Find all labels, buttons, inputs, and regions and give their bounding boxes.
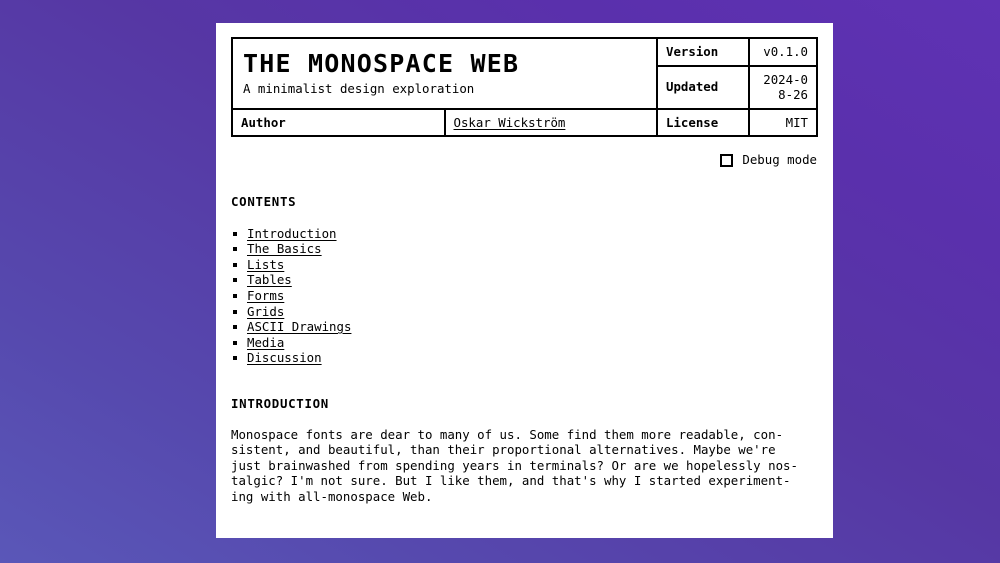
introduction-paragraph: Monospace fonts are dear to many of us. … bbox=[231, 426, 798, 505]
page-content: THE MONOSPACE WEB A minimalist design ex… bbox=[216, 23, 833, 505]
toc-link-ascii-drawings[interactable]: ASCII Drawings bbox=[247, 319, 351, 334]
list-item: Media bbox=[231, 335, 818, 351]
toc-link-forms[interactable]: Forms bbox=[247, 288, 284, 303]
version-label: Version bbox=[656, 37, 750, 67]
introduction-heading: Introduction bbox=[231, 395, 329, 411]
version-value: v0.1.0 bbox=[748, 37, 818, 67]
table-of-contents: Introduction The Basics Lists Tables For… bbox=[231, 226, 818, 366]
checkbox-unchecked-icon[interactable] bbox=[720, 153, 734, 167]
list-item: Tables bbox=[231, 272, 818, 288]
toc-link-grids[interactable]: Grids bbox=[247, 304, 284, 319]
table-row-title-version: THE MONOSPACE WEB A minimalist design ex… bbox=[231, 37, 818, 109]
debug-mode-label: Debug mode bbox=[742, 152, 817, 168]
toc-link-lists[interactable]: Lists bbox=[247, 257, 284, 272]
list-item: ASCII Drawings bbox=[231, 319, 818, 335]
license-label: License bbox=[656, 107, 750, 138]
list-item: The Basics bbox=[231, 241, 818, 257]
list-item: Introduction bbox=[231, 226, 818, 242]
toc-link-media[interactable]: Media bbox=[247, 335, 284, 350]
author-value-cell: Oskar Wickström bbox=[443, 107, 658, 138]
author-label: Author bbox=[231, 107, 446, 138]
document-page: THE MONOSPACE WEB A minimalist design ex… bbox=[216, 23, 833, 538]
title-cell: THE MONOSPACE WEB A minimalist design ex… bbox=[231, 37, 658, 109]
list-item: Discussion bbox=[231, 350, 818, 366]
page-subtitle: A minimalist design exploration bbox=[243, 81, 475, 97]
list-item: Lists bbox=[231, 257, 818, 273]
toc-link-discussion[interactable]: Discussion bbox=[247, 350, 322, 365]
toc-link-tables[interactable]: Tables bbox=[247, 272, 292, 287]
contents-heading: Contents bbox=[231, 193, 297, 209]
table-row-author-license: Author Oskar Wickström License MIT bbox=[231, 107, 818, 138]
toc-link-the-basics[interactable]: The Basics bbox=[247, 241, 322, 256]
debug-mode-toggle[interactable]: Debug mode bbox=[231, 152, 818, 168]
page-title: THE MONOSPACE WEB bbox=[243, 49, 520, 79]
toc-link-introduction[interactable]: Introduction bbox=[247, 226, 337, 241]
author-link[interactable]: Oskar Wickström bbox=[454, 115, 566, 130]
list-item: Grids bbox=[231, 304, 818, 320]
license-value: MIT bbox=[748, 107, 818, 138]
list-item: Forms bbox=[231, 288, 818, 304]
updated-value: 2024-08-26 bbox=[748, 64, 818, 110]
updated-label: Updated bbox=[656, 64, 750, 110]
desktop-background: THE MONOSPACE WEB A minimalist design ex… bbox=[0, 0, 1000, 563]
document-header-table: THE MONOSPACE WEB A minimalist design ex… bbox=[231, 37, 818, 138]
